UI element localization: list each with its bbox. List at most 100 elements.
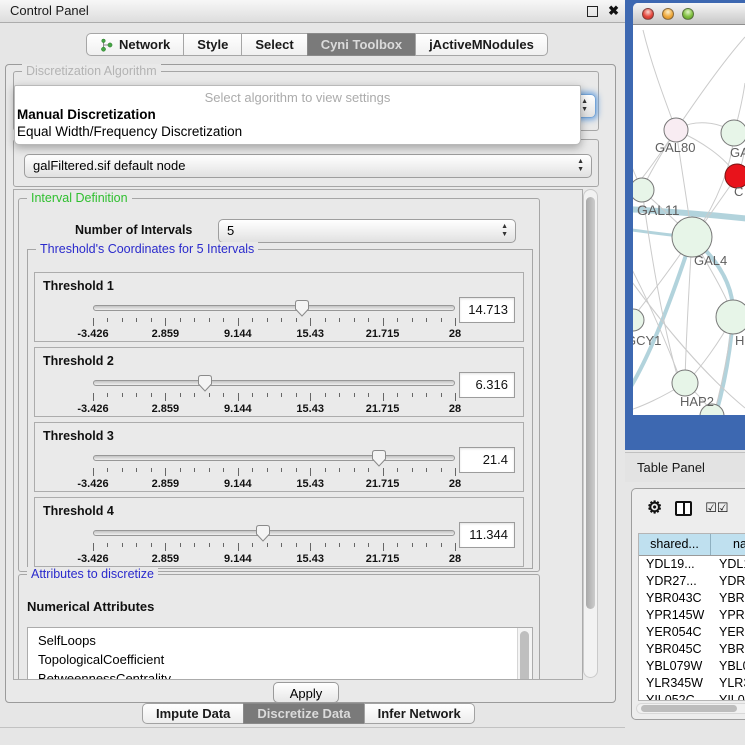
tab-infer-network[interactable]: Infer Network	[364, 703, 475, 724]
table-row[interactable]: YPR145WYPR1	[639, 607, 745, 624]
threshold-slider[interactable]: -3.4262.8599.14415.4321.71528	[93, 524, 455, 566]
tick-mark	[281, 318, 282, 322]
cell-shared-name[interactable]: YLR345W	[639, 675, 711, 692]
minimize-traffic-light-icon[interactable]	[662, 8, 674, 20]
threshold-value-input[interactable]: 6.316	[459, 372, 515, 398]
network-node[interactable]	[672, 370, 698, 396]
cell-name[interactable]: YLR3	[711, 675, 745, 692]
threshold-value-input[interactable]: 11.344	[459, 522, 515, 548]
network-node[interactable]	[633, 309, 644, 331]
tab-jactivemnodules[interactable]: jActiveMNodules	[415, 33, 548, 56]
network-node[interactable]	[633, 178, 654, 202]
cell-name[interactable]: YDR2	[711, 573, 745, 590]
column-header-shared-name[interactable]: shared...	[639, 534, 711, 555]
popup-item-equal-width-frequency[interactable]: Equal Width/Frequency Discretization	[15, 123, 580, 140]
tick-mark	[296, 393, 297, 397]
tick-mark	[426, 318, 427, 322]
cell-name[interactable]: YBR0	[711, 641, 745, 658]
slider-thumb[interactable]	[294, 299, 310, 317]
tick-mark	[165, 318, 166, 326]
gear-icon[interactable]: ⚙	[647, 498, 662, 518]
threshold-slider[interactable]: -3.4262.8599.14415.4321.71528	[93, 299, 455, 341]
close-traffic-light-icon[interactable]	[642, 8, 654, 20]
slider-track[interactable]	[93, 530, 455, 536]
zoom-traffic-light-icon[interactable]	[682, 8, 694, 20]
cell-shared-name[interactable]: YBR045C	[639, 641, 711, 658]
scrollbar-thumb[interactable]	[641, 705, 737, 712]
horizontal-scrollbar[interactable]	[636, 703, 745, 714]
slider-thumb[interactable]	[255, 524, 271, 542]
table-row[interactable]: YER054CYER0	[639, 624, 745, 641]
float-window-icon[interactable]	[587, 6, 598, 17]
attribute-list-item[interactable]: TopologicalCoefficient	[28, 650, 532, 669]
network-edge[interactable]	[643, 30, 676, 130]
popup-hint-item[interactable]: Select algorithm to view settings	[15, 89, 580, 106]
network-node[interactable]	[721, 120, 745, 146]
table-row[interactable]: YBR043CYBR0	[639, 590, 745, 607]
cell-name[interactable]: YBL0	[711, 658, 745, 675]
list-scrollbar[interactable]	[517, 628, 532, 680]
vertical-scrollbar[interactable]	[583, 189, 598, 678]
slider-thumb[interactable]	[197, 374, 213, 392]
scrollbar-thumb[interactable]	[520, 631, 529, 680]
cell-shared-name[interactable]: YDR27...	[639, 573, 711, 590]
split-view-icon[interactable]	[675, 501, 692, 516]
cell-shared-name[interactable]: YER054C	[639, 624, 711, 641]
column-header-name[interactable]: na	[711, 534, 745, 555]
tick-mark	[209, 318, 210, 322]
table-data-combo[interactable]: galFiltered.sif default node ▲▼	[24, 154, 592, 178]
slider-track[interactable]	[93, 305, 455, 311]
table-row[interactable]: YBL079WYBL0	[639, 658, 745, 675]
tick-mark	[252, 393, 253, 397]
tick-mark	[368, 468, 369, 472]
table-row[interactable]: YIL052CYIL0	[639, 692, 745, 701]
threshold-value-input[interactable]: 14.713	[459, 297, 515, 323]
table-row[interactable]: YDL19...YDL1	[639, 556, 745, 573]
tab-select[interactable]: Select	[241, 33, 307, 56]
cell-shared-name[interactable]: YPR145W	[639, 607, 711, 624]
group-title: Interval Definition	[27, 191, 132, 205]
tick-mark	[412, 318, 413, 322]
checkbox-icons[interactable]: ☑☑	[705, 500, 728, 516]
cell-shared-name[interactable]: YBR043C	[639, 590, 711, 607]
tab-cyni-toolbox[interactable]: Cyni Toolbox	[307, 33, 416, 56]
popup-item-manual-discretization[interactable]: Manual Discretization	[15, 106, 580, 123]
table-row[interactable]: YDR27...YDR2	[639, 573, 745, 590]
threshold-value-input[interactable]: 21.4	[459, 447, 515, 473]
cell-name[interactable]: YER0	[711, 624, 745, 641]
network-window-titlebar[interactable]	[633, 3, 745, 25]
slider-thumb[interactable]	[371, 449, 387, 467]
attribute-list-item[interactable]: SelfLoops	[28, 628, 532, 650]
tick-mark	[455, 318, 456, 326]
network-node[interactable]	[716, 300, 745, 334]
number-of-intervals-combo[interactable]: 5 ▲▼	[218, 219, 516, 243]
tab-style[interactable]: Style	[183, 33, 242, 56]
table-row[interactable]: YLR345WYLR3	[639, 675, 745, 692]
cell-name[interactable]: YIL0	[711, 692, 745, 701]
cell-name[interactable]: YBR0	[711, 590, 745, 607]
slider-track[interactable]	[93, 455, 455, 461]
tick-mark	[151, 393, 152, 397]
cell-name[interactable]: YDL1	[711, 556, 745, 573]
cell-name[interactable]: YPR1	[711, 607, 745, 624]
apply-button[interactable]: Apply	[273, 682, 339, 703]
threshold-slider[interactable]: -3.4262.8599.14415.4321.71528	[93, 374, 455, 416]
cell-shared-name[interactable]: YIL052C	[639, 692, 711, 701]
table-row[interactable]: YBR045CYBR0	[639, 641, 745, 658]
tab-impute-data[interactable]: Impute Data	[142, 703, 244, 724]
network-node[interactable]	[664, 118, 688, 142]
network-node[interactable]	[672, 217, 712, 257]
threshold-slider[interactable]: -3.4262.8599.14415.4321.71528	[93, 449, 455, 491]
tick-mark	[93, 318, 94, 326]
network-canvas[interactable]: GAL80GACGAL11GAL4GCY1HHAP2	[633, 25, 745, 415]
network-edge[interactable]	[676, 37, 745, 130]
close-icon[interactable]: ✖	[608, 2, 619, 20]
scrollbar-thumb[interactable]	[586, 197, 595, 609]
cell-shared-name[interactable]: YBL079W	[639, 658, 711, 675]
slider-track[interactable]	[93, 380, 455, 386]
cell-shared-name[interactable]: YDL19...	[639, 556, 711, 573]
tab-discretize-data[interactable]: Discretize Data	[243, 703, 364, 724]
tab-network[interactable]: Network	[86, 33, 184, 56]
tick-mark	[339, 393, 340, 397]
tick-label: 21.715	[366, 478, 400, 490]
